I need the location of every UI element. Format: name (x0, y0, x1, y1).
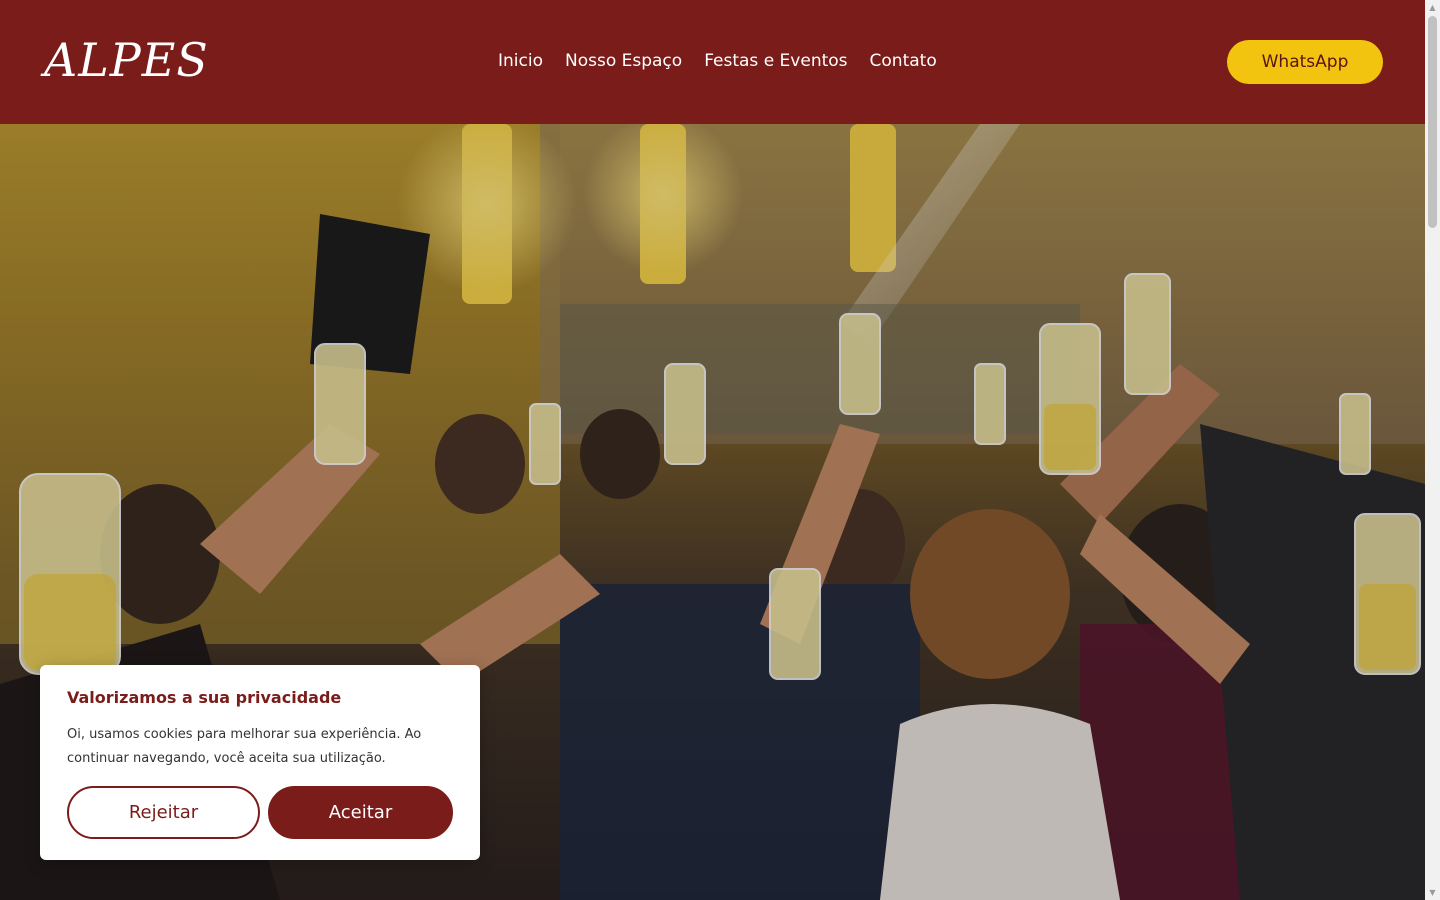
reject-cookies-button[interactable]: Rejeitar (67, 786, 260, 839)
main-nav: Inicio Nosso Espaço Festas e Eventos Con… (498, 50, 937, 72)
scroll-down-arrow-icon[interactable]: ▼ (1425, 885, 1440, 900)
site-logo[interactable]: ALPES (44, 30, 209, 90)
scroll-up-arrow-icon[interactable]: ▲ (1425, 0, 1440, 15)
nav-link-festas-eventos[interactable]: Festas e Eventos (704, 50, 847, 72)
page-scrollbar[interactable]: ▲ ▼ (1425, 0, 1440, 900)
cookie-description: Oi, usamos cookies para melhorar sua exp… (67, 727, 422, 766)
nav-link-contato[interactable]: Contato (870, 50, 937, 72)
site-header: ALPES Inicio Nosso Espaço Festas e Event… (0, 0, 1425, 124)
accept-cookies-button[interactable]: Aceitar (268, 786, 453, 839)
whatsapp-button[interactable]: WhatsApp (1227, 40, 1383, 84)
scrollbar-thumb[interactable] (1428, 16, 1437, 228)
cookie-consent-banner: Valorizamos a sua privacidade Oi, usamos… (40, 665, 480, 860)
cookie-title: Valorizamos a sua privacidade (67, 688, 342, 707)
nav-link-nosso-espaco[interactable]: Nosso Espaço (565, 50, 682, 72)
nav-link-inicio[interactable]: Inicio (498, 50, 543, 72)
cookie-actions: Rejeitar Aceitar (67, 786, 453, 839)
